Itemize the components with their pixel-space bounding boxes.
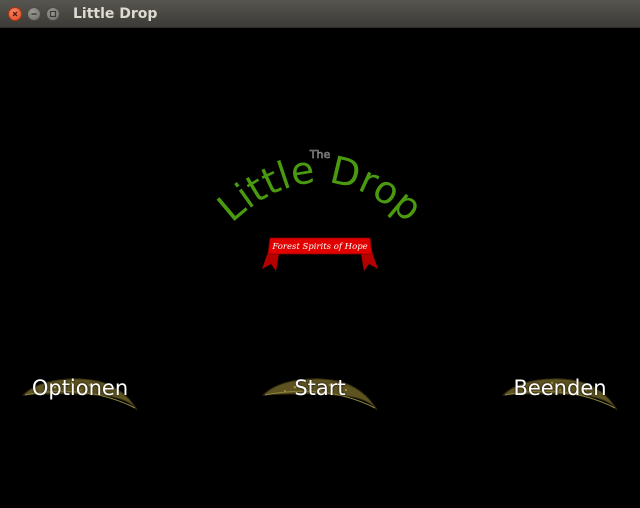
options-button[interactable]: Optionen (20, 366, 140, 426)
maximize-icon (49, 10, 57, 18)
window-titlebar: Little Drop (0, 0, 640, 28)
close-icon (12, 11, 18, 17)
game-canvas: The Little Drop Forest Spirits of Hope O… (0, 28, 640, 508)
window-maximize-button[interactable] (46, 7, 60, 21)
game-logo: The Little Drop Forest Spirits of Hope (209, 147, 431, 271)
ribbon-text: Forest Spirits of Hope (271, 242, 367, 252)
quit-button[interactable]: Beenden (500, 366, 620, 426)
logo-ribbon: Forest Spirits of Hope (262, 237, 378, 271)
window-title: Little Drop (73, 6, 158, 22)
quit-label: Beenden (513, 376, 607, 400)
options-label: Optionen (31, 376, 129, 400)
logo-title: Little Drop (209, 147, 431, 230)
window-minimize-button[interactable] (27, 7, 41, 21)
start-button[interactable]: Start (260, 366, 380, 426)
window-close-button[interactable] (8, 7, 22, 21)
start-label: Start (294, 376, 346, 400)
minimize-icon (31, 13, 37, 15)
